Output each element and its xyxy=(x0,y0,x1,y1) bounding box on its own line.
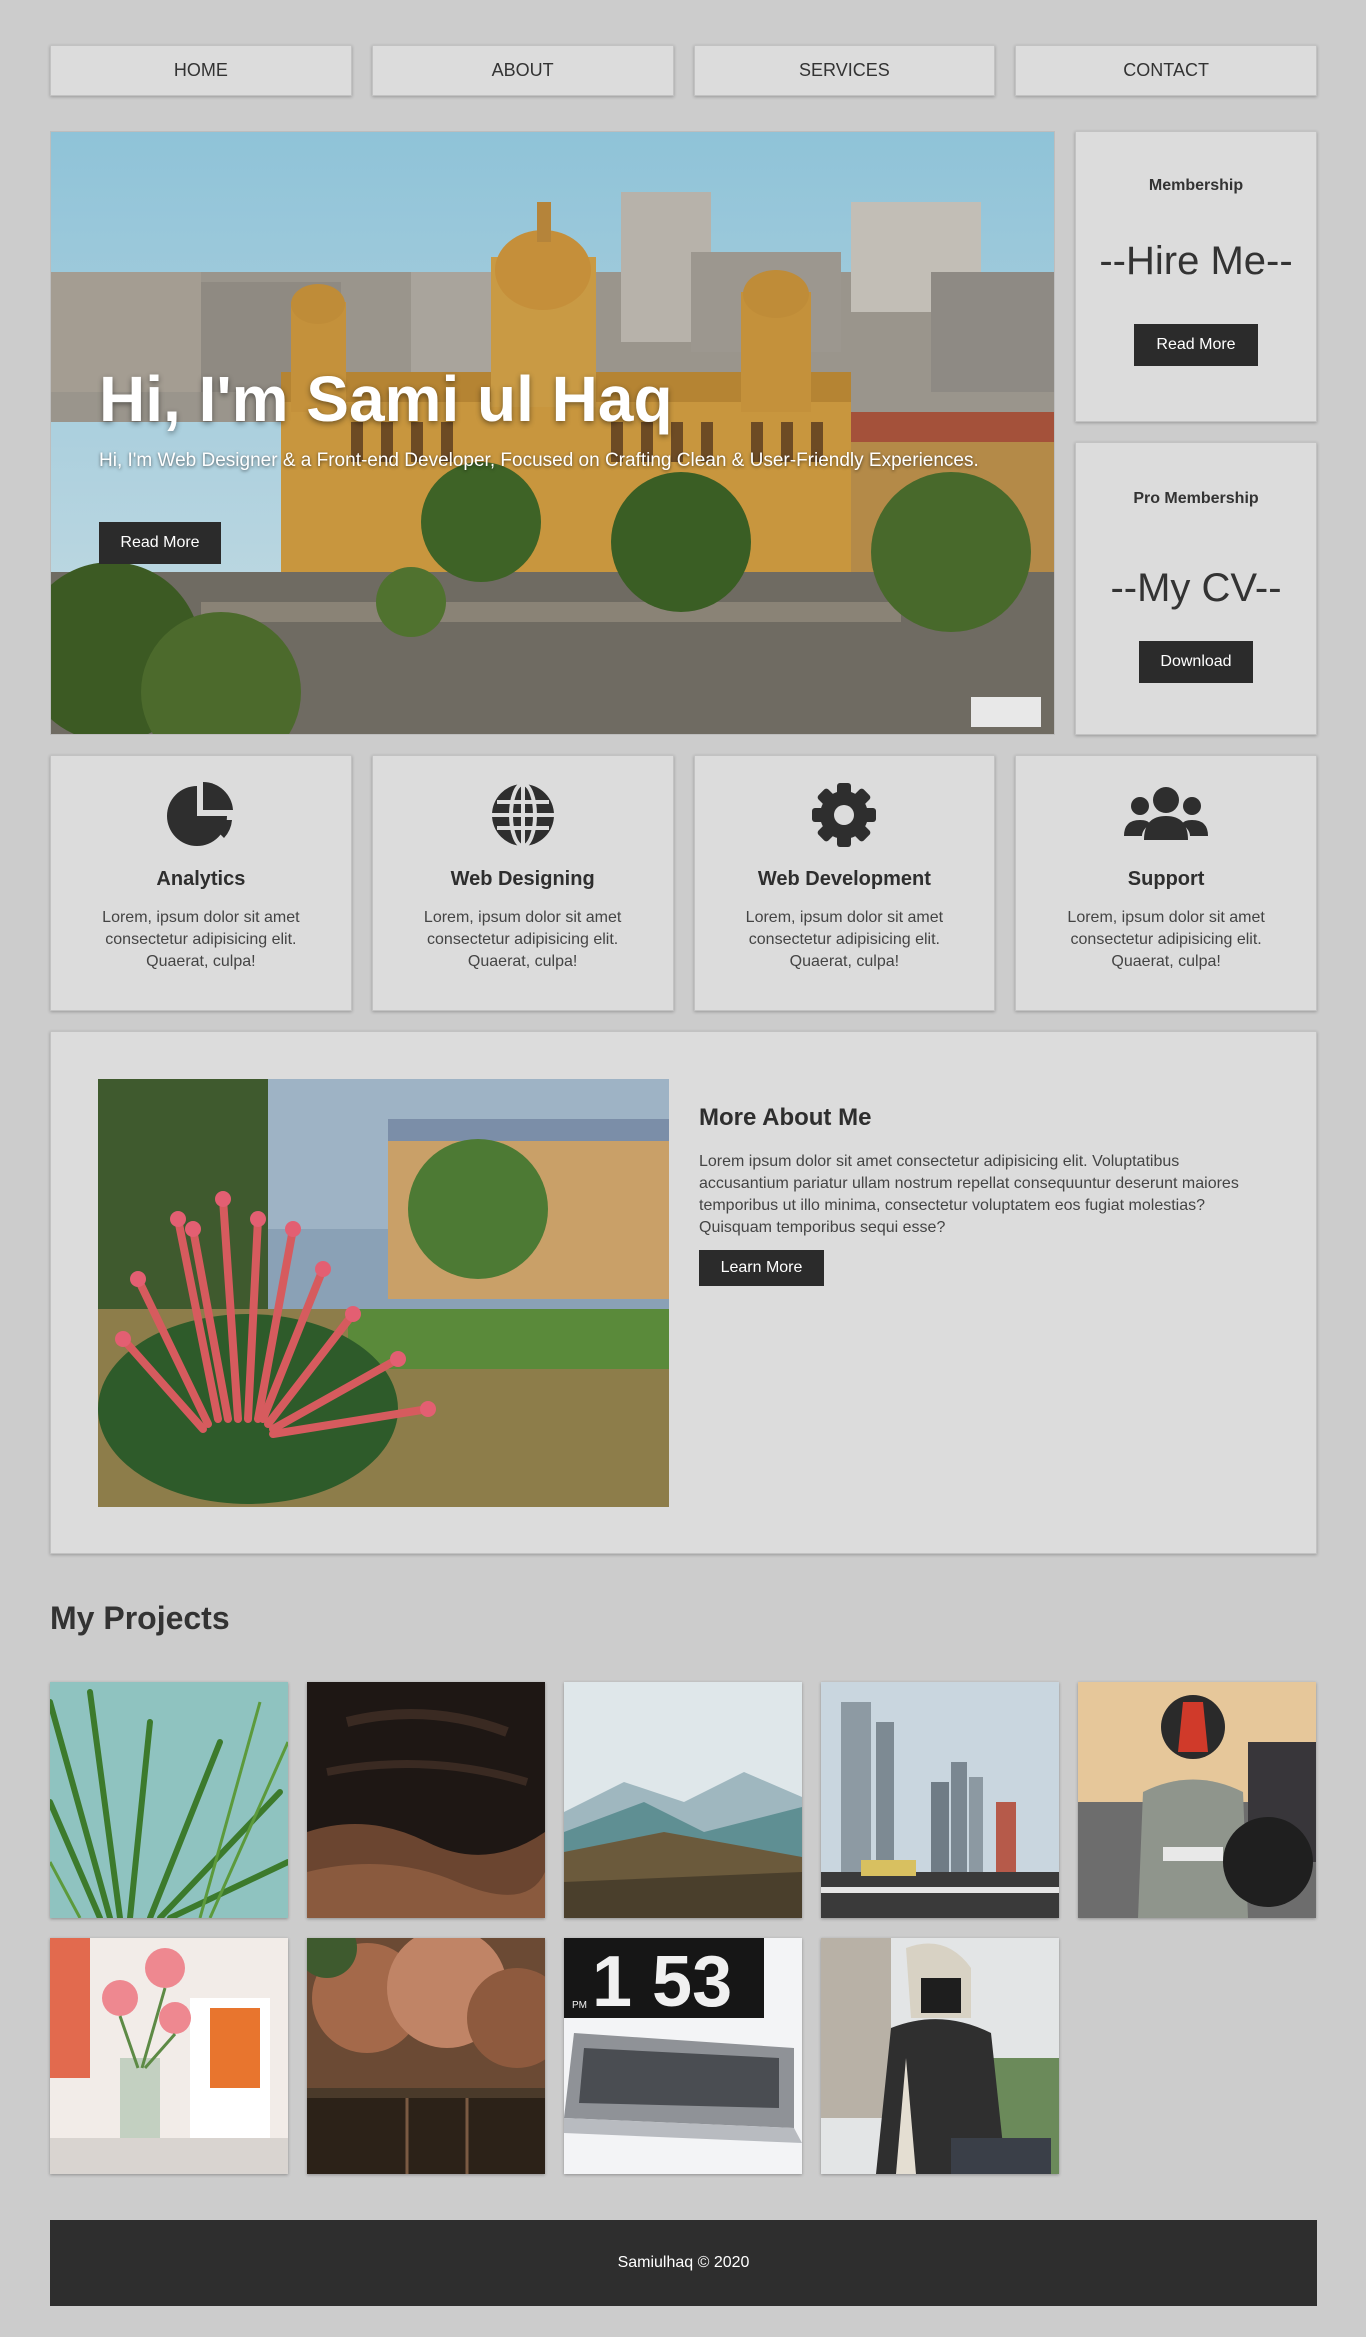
about-section: More About Me Lorem ipsum dolor sit amet… xyxy=(50,1031,1317,1554)
nav-contact[interactable]: CONTACT xyxy=(1015,45,1317,96)
projects-title: My Projects xyxy=(50,1600,230,1636)
hero-banner: Hi, I'm Sami ul Haq Hi, I'm Web Designer… xyxy=(50,131,1055,735)
membership-label: Membership xyxy=(1148,177,1244,194)
about-title: More About Me xyxy=(699,1104,872,1131)
service-card-support: Support Lorem, ipsum dolor sit amet cons… xyxy=(1015,755,1317,1011)
city-skyline-image xyxy=(821,1682,1059,1918)
nav-services[interactable]: SERVICES xyxy=(693,45,996,96)
globe-icon xyxy=(491,782,554,848)
service-description: Lorem, ipsum dolor sit amet consectetur … xyxy=(423,909,622,970)
desert-canyon-image xyxy=(307,1682,545,1918)
nav-home[interactable]: HOME xyxy=(50,45,352,96)
membership-read-more-button[interactable]: Read More xyxy=(1134,324,1258,366)
project-hooded-person[interactable] xyxy=(821,1938,1059,2174)
services-row: Analytics Lorem, ipsum dolor sit amet co… xyxy=(50,755,1317,1011)
service-card-analytics: Analytics Lorem, ipsum dolor sit amet co… xyxy=(50,755,352,1011)
clock-hour-digit: 1 53 xyxy=(592,1942,732,2022)
gear-icon xyxy=(812,783,877,847)
nav-about[interactable]: ABOUT xyxy=(371,45,674,96)
learn-more-button[interactable]: Learn More xyxy=(699,1250,824,1286)
clock-pm-label: PM xyxy=(572,2000,587,2011)
autumn-forest-image xyxy=(307,1938,545,2174)
hero-subtitle: Hi, I'm Web Designer & a Front-end Devel… xyxy=(99,450,979,471)
laptop-clock-image: 1 53 PM xyxy=(564,1938,802,2174)
hire-me-headline: --Hire Me-- xyxy=(1099,239,1293,283)
project-palm-leaves[interactable] xyxy=(50,1682,288,1918)
service-description: Lorem, ipsum dolor sit amet consectetur … xyxy=(745,909,944,970)
project-city-skyline[interactable] xyxy=(821,1682,1059,1918)
hero-read-more-button[interactable]: Read More xyxy=(99,522,221,564)
hero-title: Hi, I'm Sami ul Haq xyxy=(99,363,673,435)
project-autumn-forest[interactable] xyxy=(307,1938,545,2174)
service-card-web-development: Web Development Lorem, ipsum dolor sit a… xyxy=(693,755,996,1011)
service-title: Web Development xyxy=(757,868,931,890)
pro-membership-label: Pro Membership xyxy=(1133,490,1259,507)
mountain-valley-image xyxy=(564,1682,802,1918)
project-mountain-valley[interactable] xyxy=(564,1682,802,1918)
chart-pie-icon xyxy=(166,781,233,846)
my-cv-headline: --My CV-- xyxy=(1110,566,1282,610)
users-icon xyxy=(1124,787,1209,840)
hooded-person-image xyxy=(821,1938,1059,2174)
service-description: Lorem, ipsum dolor sit amet consectetur … xyxy=(1067,909,1265,970)
flower-vase-image xyxy=(50,1938,288,2174)
project-laptop-clock[interactable]: 1 53 PM xyxy=(564,1938,802,2174)
service-title: Web Designing xyxy=(450,868,595,890)
project-motorcyclist[interactable] xyxy=(1078,1682,1316,1918)
service-title: Analytics xyxy=(156,868,246,890)
main-nav: HOME ABOUT SERVICES CONTACT xyxy=(50,45,1317,96)
project-desert-canyon[interactable] xyxy=(307,1682,545,1918)
site-footer: Samiulhaq © 2020 xyxy=(50,2220,1317,2306)
service-description: Lorem, ipsum dolor sit amet consectetur … xyxy=(102,909,300,970)
motorcyclist-image xyxy=(1078,1682,1316,1918)
footer-copyright: Samiulhaq © 2020 xyxy=(617,2254,750,2271)
project-flower-vase[interactable] xyxy=(50,1938,288,2174)
service-title: Support xyxy=(1127,868,1205,890)
service-card-web-designing: Web Designing Lorem, ipsum dolor sit ame… xyxy=(371,755,674,1011)
pro-membership-card: Pro Membership --My CV-- Download xyxy=(1075,442,1317,735)
about-text: Lorem ipsum dolor sit amet consectetur a… xyxy=(699,1153,1239,1236)
cv-download-button[interactable]: Download xyxy=(1139,641,1253,683)
palm-leaves-image xyxy=(50,1682,288,1918)
about-flower-image xyxy=(98,1079,669,1507)
membership-card: Membership --Hire Me-- Read More xyxy=(1075,131,1317,422)
